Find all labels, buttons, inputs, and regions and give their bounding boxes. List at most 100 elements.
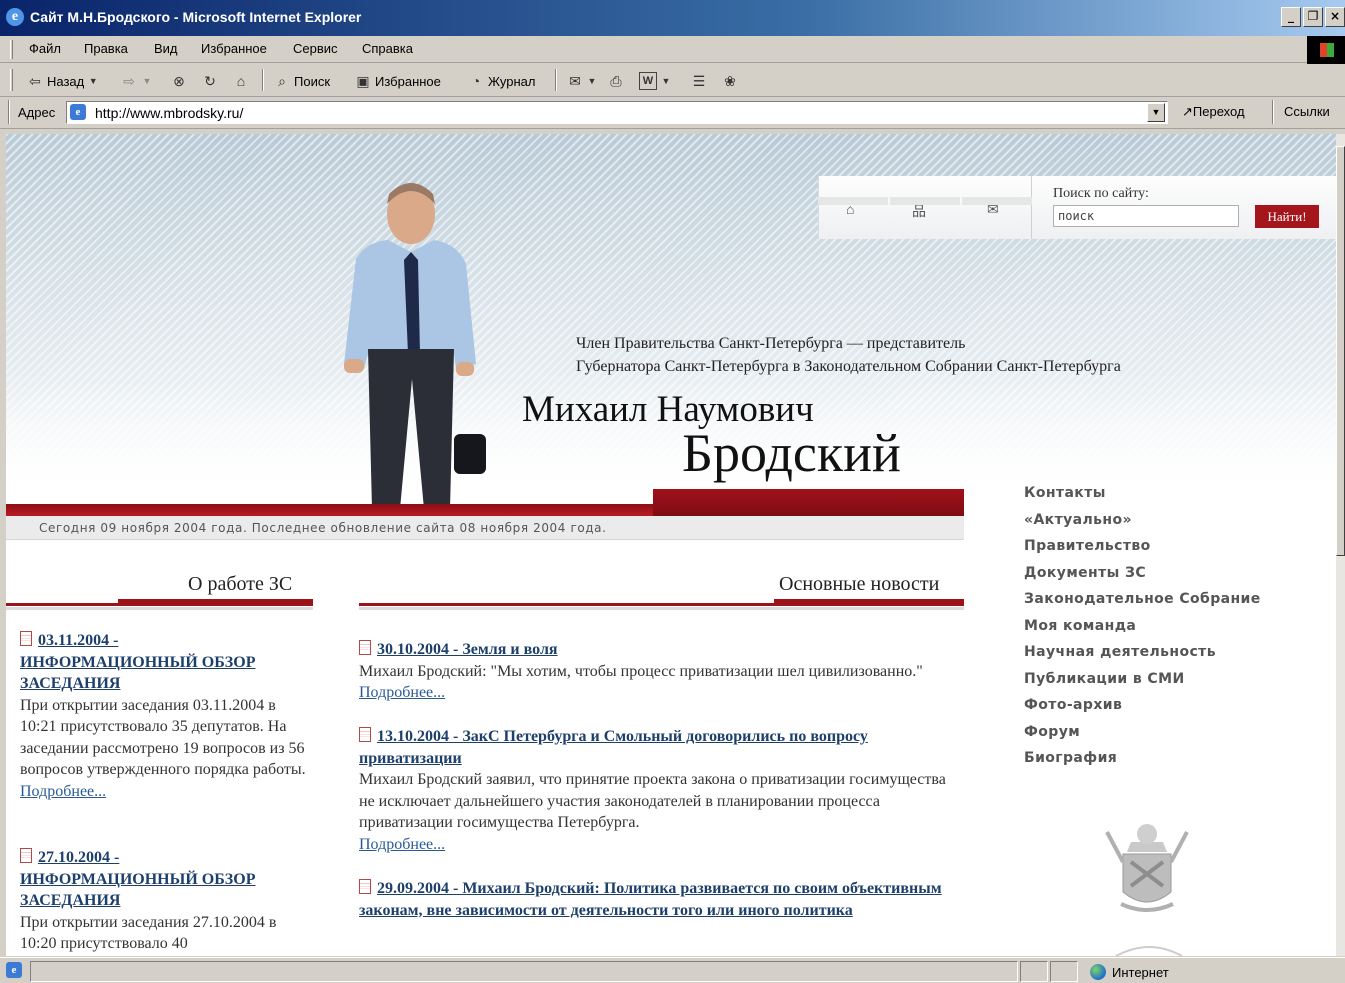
header-red-band-accent [653, 489, 964, 517]
nav-assembly[interactable]: Законодательное Собрание [1024, 588, 1261, 615]
header-subtitle: Член Правительства Санкт-Петербурга — пр… [576, 332, 1121, 378]
back-arrow-icon: ⇦ [29, 73, 41, 89]
status-cell [1020, 961, 1048, 982]
nav-actual[interactable]: «Актуально» [1024, 509, 1261, 536]
forward-dropdown-icon[interactable]: ▼ [141, 72, 153, 90]
history-icon: ◔ [471, 73, 481, 89]
security-zone: Интернет [1090, 964, 1169, 980]
left-section-title: О работе ЗС [188, 573, 293, 595]
minimize-icon[interactable]: _ [1281, 7, 1301, 27]
search-label: Поиск [294, 73, 331, 89]
scrollbar-thumb[interactable] [1336, 146, 1345, 556]
nav-publications[interactable]: Публикации в СМИ [1024, 668, 1261, 695]
ie-logo-icon: e [6, 8, 24, 26]
home-icon: ⌂ [236, 73, 246, 89]
history-label: Журнал [488, 73, 536, 89]
print-button[interactable]: ⎙ [607, 72, 625, 90]
print-icon: ⎙ [610, 73, 622, 89]
forward-arrow-icon: ⇨ [123, 73, 135, 89]
favorites-button[interactable]: ▣ Избранное [354, 72, 441, 90]
messenger-icon: ❀ [724, 73, 736, 89]
zone-label: Интернет [1112, 964, 1169, 980]
menu-bar: Файл Правка Вид Избранное Сервис Справка [0, 36, 1345, 63]
left-news-date-link[interactable]: 27.10.2004 - [38, 849, 119, 866]
edit-button[interactable]: W ▼ [639, 72, 672, 90]
left-news-item: 27.10.2004 - ИНФОРМАЦИОННЫЙ ОБЗОР ЗАСЕДА… [20, 847, 310, 955]
mail-dropdown-icon[interactable]: ▼ [587, 72, 597, 90]
links-button[interactable]: Ссылки [1284, 104, 1330, 119]
address-field[interactable]: e http://www.mbrodsky.ru/ ▼ [66, 101, 1168, 124]
forward-button[interactable]: ⇨ ▼ [120, 72, 153, 90]
nav-contacts[interactable]: Контакты [1024, 482, 1261, 509]
tools-divider [1031, 176, 1032, 239]
vertical-scrollbar[interactable] [1336, 134, 1345, 956]
standard-toolbar: ⇦ Назад ▼ ⇨ ▼ ⊗ ↻ ⌂ ⌕ Поиск ▣ Избранное … [0, 63, 1345, 97]
menu-view[interactable]: Вид [154, 41, 178, 56]
edit-dropdown-icon[interactable]: ▼ [660, 72, 672, 90]
home-button[interactable]: ⌂ [232, 72, 250, 90]
main-news-title-link[interactable]: 30.10.2004 - Земля и воля [377, 641, 558, 658]
nav-team[interactable]: Моя команда [1024, 615, 1261, 642]
site-navigation: Контакты «Актуально» Правительство Докум… [1024, 482, 1261, 774]
main-news-title-link[interactable]: 13.10.2004 - ЗакС Петербурга и Смольный … [359, 728, 868, 767]
word-edit-icon: W [639, 72, 657, 90]
page-icon: e [70, 104, 86, 120]
tools-tab [962, 197, 1032, 205]
favorites-icon: ▣ [356, 73, 370, 89]
discuss-button[interactable]: ☰ [690, 72, 708, 90]
toolbar-grip[interactable] [10, 69, 13, 91]
tools-tab [818, 197, 888, 205]
back-button[interactable]: ⇦ Назад ▼ [26, 72, 99, 90]
restore-icon[interactable]: ❐ [1303, 7, 1323, 27]
main-news-text: Михаил Бродский: "Мы хотим, чтобы процес… [359, 662, 923, 680]
refresh-icon: ↻ [204, 73, 216, 89]
history-button[interactable]: ◔ Журнал [467, 72, 536, 90]
toolbar-separator [262, 69, 264, 91]
close-icon[interactable]: × [1325, 7, 1345, 27]
left-news-title-link[interactable]: ИНФОРМАЦИОННЫЙ ОБЗОР ЗАСЕДАНИЯ [20, 871, 255, 910]
date-line: Сегодня 09 ноября 2004 года. Последнее о… [39, 521, 607, 535]
site-search-button[interactable]: Найти! [1255, 205, 1319, 228]
menubar-grip[interactable] [10, 40, 13, 59]
back-dropdown-icon[interactable]: ▼ [87, 72, 99, 90]
internet-globe-icon [1090, 964, 1106, 980]
addressbar-grip[interactable] [8, 100, 10, 124]
go-arrow-icon: ↗ [1182, 104, 1193, 119]
address-dropdown-icon[interactable]: ▼ [1147, 103, 1165, 122]
nav-government[interactable]: Правительство [1024, 535, 1261, 562]
document-icon [359, 727, 371, 742]
main-news-more-link[interactable]: Подробнее... [359, 836, 445, 853]
nav-forum[interactable]: Форум [1024, 721, 1261, 748]
nav-photo[interactable]: Фото-архив [1024, 694, 1261, 721]
back-label: Назад [47, 73, 85, 89]
stop-button[interactable]: ⊗ [170, 72, 188, 90]
left-news-more-link[interactable]: Подробнее... [20, 783, 106, 800]
menu-tools[interactable]: Сервис [293, 41, 338, 56]
go-label: Переход [1192, 104, 1245, 119]
go-button[interactable]: ↗Переход [1182, 104, 1245, 120]
window-titlebar: e Сайт М.Н.Бродского - Microsoft Interne… [0, 0, 1345, 36]
refresh-button[interactable]: ↻ [201, 72, 219, 90]
nav-biography[interactable]: Биография [1024, 747, 1261, 774]
status-message-cell [30, 961, 1018, 982]
messenger-button[interactable]: ❀ [721, 72, 739, 90]
left-news-date-link[interactable]: 03.11.2004 - [38, 632, 118, 649]
left-news-title-link[interactable]: ИНФОРМАЦИОННЫЙ ОБЗОР ЗАСЕДАНИЯ [20, 654, 255, 693]
menu-help[interactable]: Справка [362, 41, 413, 56]
mail-button[interactable]: ✉ ▼ [566, 72, 597, 90]
address-url[interactable]: http://www.mbrodsky.ru/ [95, 105, 243, 121]
main-news-text: Михаил Бродский заявил, что принятие про… [359, 771, 946, 831]
address-label: Адрес [18, 105, 56, 120]
main-news-more-link[interactable]: Подробнее... [359, 684, 445, 701]
menu-file[interactable]: Файл [29, 41, 61, 56]
main-section-rule [359, 599, 964, 610]
discuss-icon: ☰ [692, 73, 706, 89]
menu-edit[interactable]: Правка [84, 41, 128, 56]
search-button[interactable]: ⌕ Поиск [273, 72, 330, 90]
nav-science[interactable]: Научная деятельность [1024, 641, 1261, 668]
site-search-input[interactable] [1053, 205, 1239, 227]
nav-documents[interactable]: Документы ЗС [1024, 562, 1261, 589]
document-icon [20, 848, 32, 863]
menu-favorites[interactable]: Избранное [201, 41, 267, 56]
main-news-title-link[interactable]: 29.09.2004 - Михаил Бродский: Политика р… [359, 880, 942, 919]
